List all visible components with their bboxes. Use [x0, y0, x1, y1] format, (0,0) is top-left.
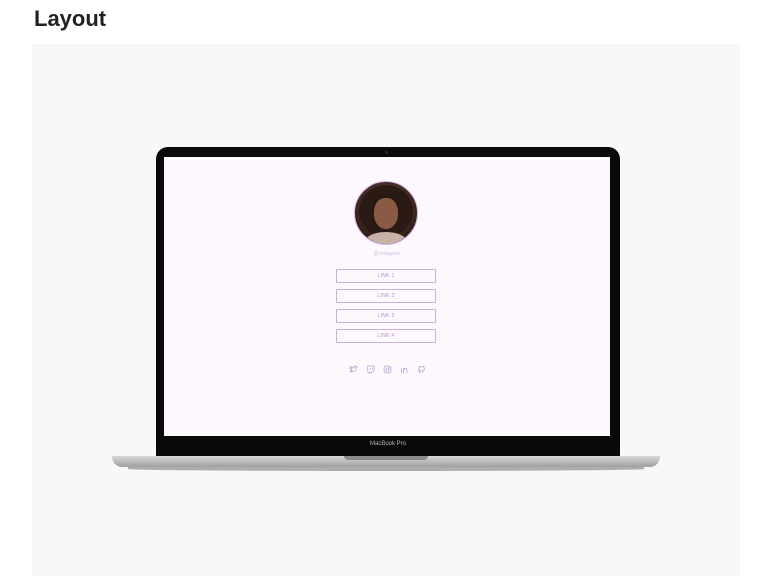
laptop-screen: @instagram LINK 1 LINK 2 LINK 3 LINK 4: [164, 157, 610, 436]
link-button-1[interactable]: LINK 1: [336, 269, 436, 283]
page-title: Layout: [34, 6, 107, 31]
laptop-shadow: [128, 467, 644, 471]
avatar: [354, 181, 418, 245]
link-button-4[interactable]: LINK 4: [336, 329, 436, 343]
laptop-mockup: @instagram LINK 1 LINK 2 LINK 3 LINK 4 M…: [156, 147, 620, 457]
instagram-icon[interactable]: [383, 365, 392, 374]
laptop-model-label: MacBook Pro: [369, 441, 406, 447]
laptop-base: [112, 456, 660, 467]
twitter-icon[interactable]: [349, 365, 358, 374]
link-button-3[interactable]: LINK 3: [336, 309, 436, 323]
camera-dot: [385, 151, 388, 154]
github-icon[interactable]: [417, 365, 426, 374]
linkedin-icon[interactable]: [400, 365, 409, 374]
social-icons: [164, 365, 610, 374]
twitch-icon[interactable]: [366, 365, 375, 374]
profile-handle[interactable]: @instagram: [164, 251, 610, 257]
link-button-2[interactable]: LINK 2: [336, 289, 436, 303]
preview-stage: @instagram LINK 1 LINK 2 LINK 3 LINK 4 M…: [32, 44, 740, 576]
